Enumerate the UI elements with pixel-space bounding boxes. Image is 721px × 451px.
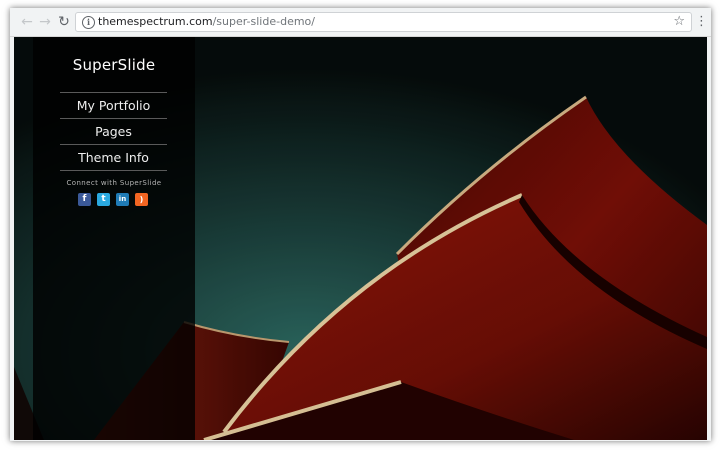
info-icon[interactable]: i bbox=[82, 16, 95, 29]
twitter-icon[interactable]: t bbox=[97, 193, 110, 206]
reload-icon[interactable]: ↻ bbox=[55, 13, 73, 31]
menu-icon[interactable]: ⋮ bbox=[695, 13, 708, 31]
star-icon[interactable]: ☆ bbox=[673, 14, 685, 30]
address-bar[interactable]: i themespectrum.com/super-slide-demo/ ☆ bbox=[75, 12, 692, 32]
menu-item-theme-info[interactable]: Theme Info bbox=[60, 144, 167, 171]
facebook-icon[interactable]: f bbox=[78, 193, 91, 206]
menu-item-pages[interactable]: Pages bbox=[60, 118, 167, 144]
site-title[interactable]: SuperSlide bbox=[33, 56, 195, 74]
page-viewport: SuperSlide My Portfolio Pages Theme Info… bbox=[14, 37, 707, 440]
url-path: /super-slide-demo/ bbox=[212, 15, 315, 28]
menu-item-my-portfolio[interactable]: My Portfolio bbox=[60, 92, 167, 118]
social-links: f t in ) bbox=[78, 193, 153, 207]
main-menu: My Portfolio Pages Theme Info bbox=[60, 92, 167, 171]
browser-toolbar: ← → ↻ i themespectrum.com/super-slide-de… bbox=[10, 8, 711, 37]
linkedin-icon[interactable]: in bbox=[116, 193, 129, 206]
sidebar: SuperSlide My Portfolio Pages Theme Info… bbox=[33, 37, 195, 440]
browser-window: ← → ↻ i themespectrum.com/super-slide-de… bbox=[10, 8, 711, 441]
url-domain: themespectrum.com bbox=[98, 15, 213, 28]
forward-icon[interactable]: → bbox=[36, 13, 54, 31]
rss-icon[interactable]: ) bbox=[135, 193, 148, 206]
connect-text: Connect with SuperSlide bbox=[66, 179, 162, 187]
back-icon[interactable]: ← bbox=[18, 13, 36, 31]
url-text[interactable]: themespectrum.com/super-slide-demo/ bbox=[98, 15, 315, 29]
